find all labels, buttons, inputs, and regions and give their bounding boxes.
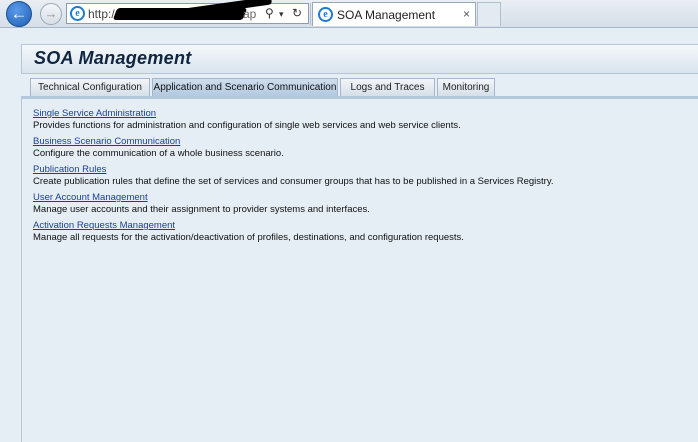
item-description: Configure the communication of a whole b… (33, 148, 284, 159)
list-item: Publication Rules Create publication rul… (33, 164, 554, 188)
new-tab-button[interactable] (477, 2, 501, 26)
arrow-left-icon: ← (10, 4, 28, 23)
list-item: User Account Management Manage user acco… (33, 192, 370, 216)
item-description: Manage all requests for the activation/d… (33, 232, 464, 243)
arrow-right-icon: → (44, 6, 58, 21)
back-button[interactable]: ← (6, 1, 32, 27)
separator (310, 3, 311, 25)
browser-tab[interactable]: e SOA Management × (312, 2, 476, 26)
page-title: SOA Management (34, 48, 192, 68)
browser-toolbar: ← → e http:// ap ⚲ ▾ ↻ e SOA Management … (0, 0, 698, 28)
tab-technical-configuration[interactable]: Technical Configuration (30, 78, 150, 96)
item-description: Create publication rules that define the… (33, 176, 554, 187)
ie-logo-icon: e (70, 6, 85, 21)
list-item: Business Scenario Communication Configur… (33, 136, 284, 160)
dropdown-icon[interactable]: ▾ (279, 9, 284, 20)
link-user-account-management[interactable]: User Account Management (33, 192, 370, 204)
link-single-service-administration[interactable]: Single Service Administration (33, 108, 461, 120)
list-item: Single Service Administration Provides f… (33, 108, 461, 132)
address-bar[interactable]: e http:// ap ⚲ ▾ ↻ (66, 0, 309, 24)
search-icon[interactable]: ⚲ (265, 6, 274, 20)
tab-logs-and-traces[interactable]: Logs and Traces (340, 78, 435, 96)
tab-application-scenario-communication[interactable]: Application and Scenario Communication (152, 78, 338, 96)
forward-button[interactable]: → (40, 3, 62, 25)
item-description: Manage user accounts and their assignmen… (33, 204, 370, 215)
link-business-scenario-communication[interactable]: Business Scenario Communication (33, 136, 284, 148)
list-item: Activation Requests Management Manage al… (33, 220, 464, 244)
browser-tab-title: SOA Management (337, 8, 436, 22)
ie-logo-icon: e (318, 7, 333, 22)
refresh-icon[interactable]: ↻ (292, 6, 302, 20)
address-suffix: ap (243, 7, 257, 21)
page-header: SOA Management (21, 44, 698, 74)
page-body: SOA Management Technical Configuration A… (0, 28, 698, 442)
link-publication-rules[interactable]: Publication Rules (33, 164, 554, 176)
tab-bar: Technical Configuration Application and … (21, 78, 698, 96)
tab-monitoring[interactable]: Monitoring (437, 78, 495, 96)
close-icon[interactable]: × (463, 7, 470, 21)
item-description: Provides functions for administration an… (33, 120, 461, 131)
content-area: Single Service Administration Provides f… (21, 99, 698, 442)
link-activation-requests-management[interactable]: Activation Requests Management (33, 220, 464, 232)
